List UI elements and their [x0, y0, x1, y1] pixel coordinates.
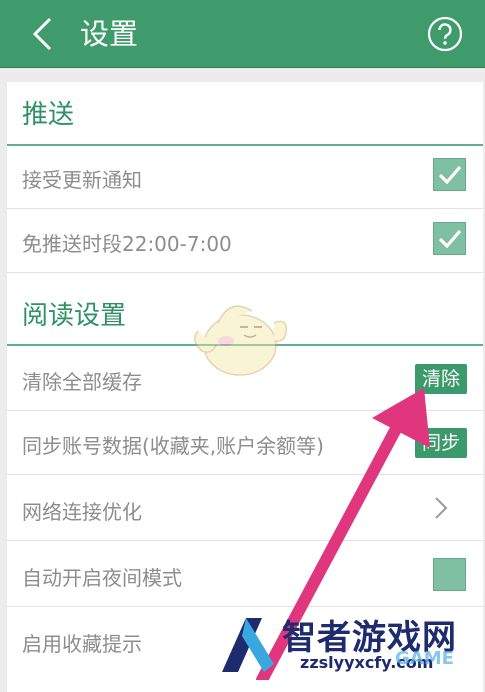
setting-row-sync-account[interactable]: 同步账号数据(收藏夹,账户余额等) 同步	[7, 410, 483, 475]
help-button[interactable]	[427, 16, 463, 52]
setting-row-clear-cache[interactable]: 清除全部缓存 清除	[7, 346, 483, 411]
chevron-right-icon	[435, 497, 448, 519]
checkmark-icon	[438, 165, 462, 185]
back-button[interactable]	[24, 14, 60, 54]
checkmark-icon	[438, 229, 462, 249]
site-game-text: GAME	[395, 648, 454, 669]
setting-label: 免推送时段22:00-7:00	[22, 232, 232, 256]
update-notification-checkbox[interactable]	[433, 158, 466, 191]
section-reading-header: 阅读设置	[7, 281, 483, 346]
question-circle-icon	[427, 16, 463, 52]
setting-label: 网络连接优化	[22, 500, 142, 524]
sync-button[interactable]: 同步	[415, 428, 467, 458]
setting-row-night-mode[interactable]: 自动开启夜间模式	[7, 542, 483, 607]
app-header: 设置	[0, 0, 485, 68]
setting-label: 同步账号数据(收藏夹,账户余额等)	[22, 434, 324, 458]
page-title: 设置	[80, 17, 139, 51]
section-title: 推送	[22, 100, 75, 130]
setting-row-quiet-hours[interactable]: 免推送时段22:00-7:00	[7, 208, 483, 273]
chevron-left-icon	[32, 17, 52, 51]
setting-label: 启用收藏提示	[22, 632, 142, 656]
setting-label: 接受更新通知	[22, 168, 142, 192]
settings-panel: 推送 接受更新通知 免推送时段22:00-7:00 阅读设置 清除全部缓存 清除…	[7, 82, 483, 692]
setting-row-update-notification[interactable]: 接受更新通知	[7, 144, 483, 209]
night-mode-checkbox[interactable]	[433, 558, 466, 591]
quiet-hours-checkbox[interactable]	[433, 222, 466, 255]
setting-row-network-optimize[interactable]: 网络连接优化	[7, 476, 483, 541]
setting-label: 自动开启夜间模式	[22, 566, 182, 590]
setting-label: 清除全部缓存	[22, 370, 142, 394]
clear-cache-button[interactable]: 清除	[415, 364, 467, 394]
section-push-header: 推送	[7, 82, 483, 146]
section-title: 阅读设置	[22, 301, 127, 331]
